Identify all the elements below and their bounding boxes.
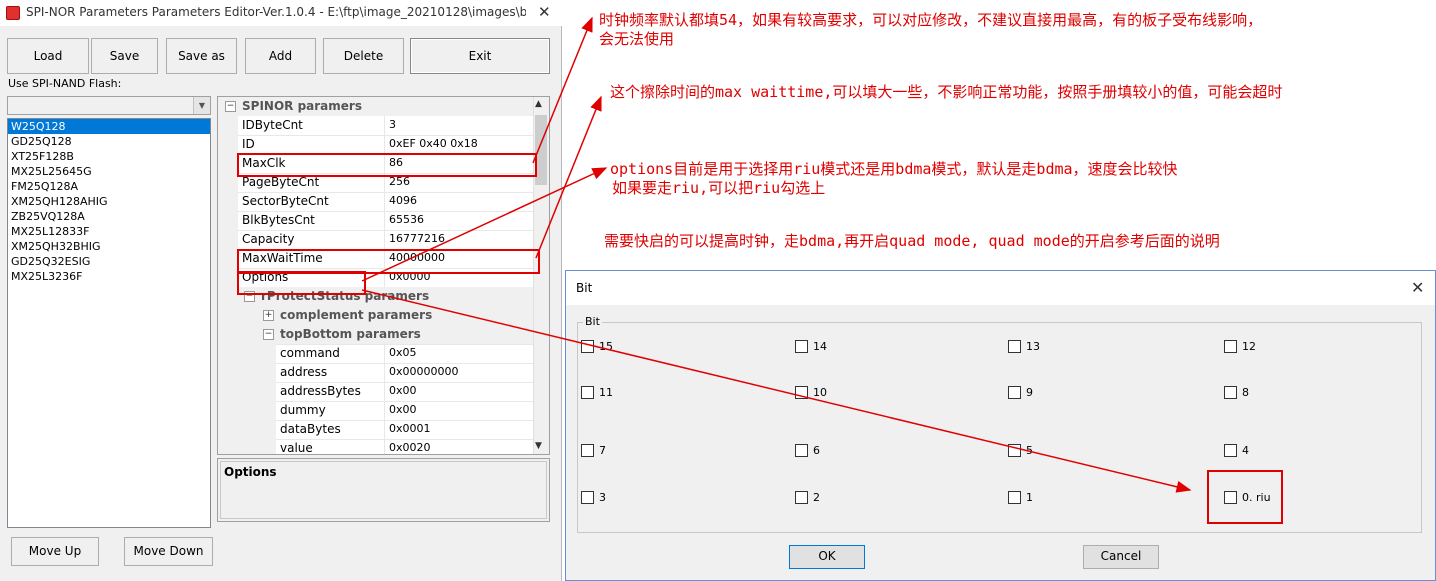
arrow-to-options-note	[361, 167, 608, 282]
arrow-to-riu	[361, 289, 1192, 493]
note-quad: 需要快启的可以提高时钟，走bdma,再开启quad mode, quad mod…	[604, 232, 1220, 250]
note-options-line2: 如果要走riu,可以把riu勾选上	[612, 179, 826, 197]
arrow-to-wait-note	[535, 95, 602, 259]
note-options-line1: options目前是用于选择用riu模式还是用bdma模式，默认是走bdma，速…	[610, 160, 1178, 178]
note-clock-line2: 会无法使用	[599, 30, 675, 48]
note-waittime: 这个擦除时间的max waittime,可以填大一些，不影响正常功能，按照手册填…	[610, 83, 1283, 101]
note-clock-line1: 时钟频率默认都填54，如果有较高要求，可以对应修改，不建议直接用最高，有的板子受…	[599, 11, 1263, 29]
